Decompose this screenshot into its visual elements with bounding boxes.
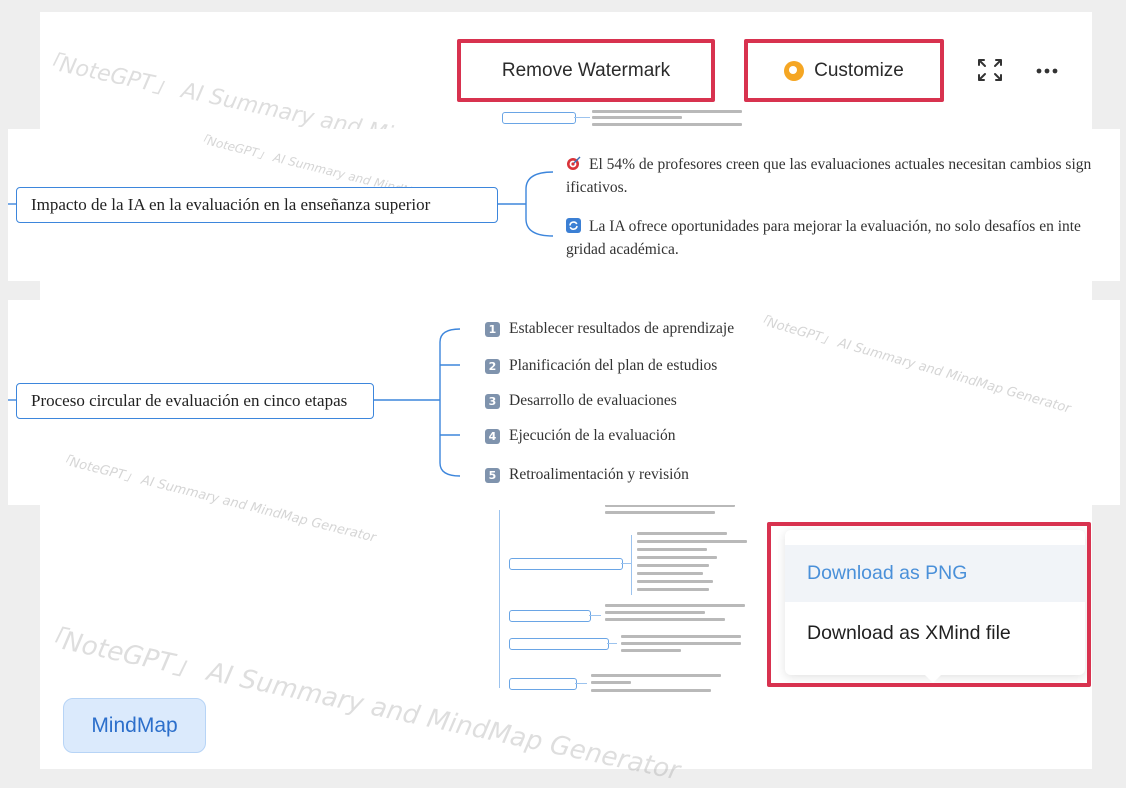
tab-mindmap-label: MindMap [91,713,178,737]
refresh-icon [566,218,581,233]
zoomed-node-impact: 「NoteGPT」 AI Summary and MindMap Generat… [8,129,1120,281]
leaf-stage-5-text: Retroalimentación y revisión [509,466,689,483]
leaf-stage-2-text: Planificación del plan de estudios [509,357,718,374]
node-impacto-label: Impacto de la IA en la evaluación en la … [31,195,431,214]
number-badge: 3 [485,393,500,409]
node-proceso-circular[interactable]: Proceso circular de evaluación en cinco … [16,383,374,419]
expand-arrows-icon[interactable] [975,56,1005,84]
leaf-stage-3[interactable]: 3 Desarrollo de evaluaciones [485,390,677,412]
leaf-stage-4[interactable]: 4 Ejecución de la evaluación [485,425,676,447]
tab-mindmap[interactable]: MindMap [63,698,206,753]
zoomed-node-process: 「NoteGPT」 AI Summary and MindMap Generat… [8,300,1120,546]
leaf-stage-2[interactable]: 2 Planificación del plan de estudios [485,355,717,377]
target-icon [566,156,581,171]
leaf-stage-5[interactable]: 5 Retroalimentación y revisión [485,464,689,486]
leaf-stage-1-text: Establecer resultados de aprendizaje [509,320,735,337]
minimap-graphic [495,500,755,700]
highlight-customize [744,39,944,102]
number-badge: 2 [485,358,500,374]
leaf-impact-2[interactable]: La IA ofrece oportunidades para mejorar … [566,215,1111,261]
leaf-impact-2-text: La IA ofrece oportunidades para mejorar … [566,218,1081,258]
leaf-impact-1[interactable]: El 54% de profesores creen que las evalu… [566,153,1111,199]
leaf-stage-1[interactable]: 1 Establecer resultados de aprendizaje [485,318,734,340]
leaf-impact-1-text: El 54% de profesores creen que las evalu… [566,156,1092,196]
highlight-download-menu [767,522,1091,687]
number-badge: 5 [485,467,500,483]
number-badge: 1 [485,321,500,337]
node-impacto-ia[interactable]: Impacto de la IA en la evaluación en la … [16,187,498,223]
node-proceso-label: Proceso circular de evaluación en cinco … [31,391,348,410]
leaf-stage-4-text: Ejecución de la evaluación [509,427,676,444]
more-horizontal-icon[interactable] [1032,64,1062,76]
leaf-stage-3-text: Desarrollo de evaluaciones [509,392,677,409]
number-badge: 4 [485,428,500,444]
highlight-remove-watermark [457,39,715,102]
